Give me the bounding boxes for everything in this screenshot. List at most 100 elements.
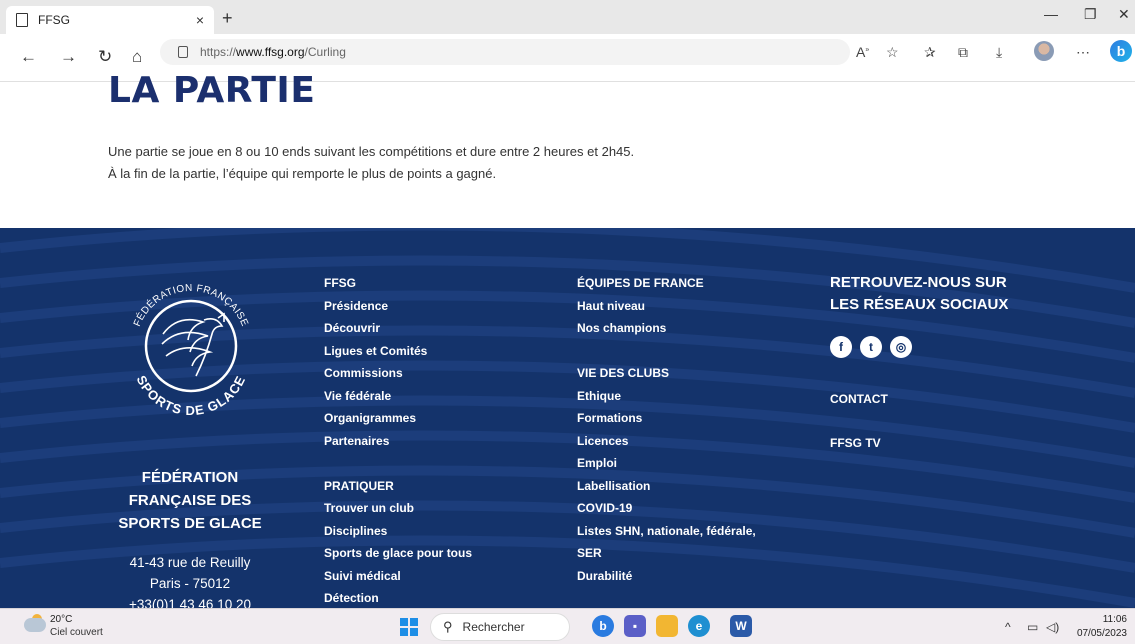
home-icon[interactable]: ⌂ (132, 47, 142, 67)
footer-link[interactable]: SER (577, 542, 756, 565)
restore-icon[interactable]: ❐ (1084, 6, 1097, 23)
footer-column-equipes: ÉQUIPES DE FRANCE Haut niveau Nos champi… (577, 272, 756, 587)
footer-link[interactable]: Partenaires (324, 430, 472, 453)
back-icon[interactable]: ← (20, 47, 37, 67)
facebook-icon[interactable]: f (830, 336, 852, 358)
footer-link[interactable]: Détection (324, 587, 472, 608)
footer-heading-ffsg[interactable]: FFSG (324, 272, 472, 295)
footer-link[interactable]: Ethique (577, 385, 756, 408)
footer-link[interactable]: Sports de glace pour tous (324, 542, 472, 565)
system-clock[interactable]: 11:06 07/05/2023 (1077, 613, 1127, 641)
footer-link[interactable]: Trouver un club (324, 497, 472, 520)
footer-link[interactable]: Emploi (577, 452, 756, 475)
read-aloud-icon[interactable]: A» (856, 44, 869, 60)
more-icon[interactable]: ⋯ (1076, 44, 1090, 61)
file-explorer-icon[interactable] (656, 615, 678, 637)
footer-heading-equipes[interactable]: ÉQUIPES DE FRANCE (577, 272, 756, 295)
federation-name: FÉDÉRATION FRANÇAISE DES SPORTS DE GLACE (90, 466, 290, 535)
url-host: www.ffsg.org (236, 45, 305, 59)
logo-text-top: FÉDÉRATION FRANÇAISE (132, 283, 250, 328)
url-scheme: https:// (200, 45, 237, 59)
social-heading-line: LES RÉSEAUX SOCIAUX (830, 296, 1009, 313)
footer-link[interactable]: Listes SHN, nationale, fédérale, (577, 520, 756, 543)
weather-description[interactable]: Ciel couvert (50, 627, 103, 638)
url-path: /Curling (304, 45, 346, 59)
ffsg-tv-link[interactable]: FFSG TV (830, 436, 881, 450)
lock-icon (178, 46, 188, 58)
downloads-icon[interactable]: ⤓ (996, 44, 1002, 61)
tab-bar: FFSG × + — ❐ ✕ (0, 0, 1135, 34)
address-line: 41-43 rue de Reuilly (129, 555, 251, 570)
footer-link[interactable]: Haut niveau (577, 295, 756, 318)
footer-heading-vie-des-clubs[interactable]: VIE DES CLUBS (577, 362, 756, 385)
search-icon: ⚲ (443, 619, 453, 634)
footer-link[interactable]: Licences (577, 430, 756, 453)
logo-text-bottom: SPORTS DE GLACE (134, 373, 248, 418)
footer-link[interactable]: Durabilité (577, 565, 756, 588)
federation-name-line: SPORTS DE GLACE (118, 515, 262, 532)
clock-time: 11:06 (1102, 614, 1127, 625)
favorites-icon[interactable]: ✰ (924, 44, 936, 61)
federation-address: 41-43 rue de Reuilly Paris - 75012 +33(0… (90, 552, 290, 608)
page-title: LA PARTIE (108, 70, 316, 111)
url-input[interactable]: https://www.ffsg.org/Curling (160, 39, 850, 65)
profile-avatar[interactable] (1034, 41, 1054, 61)
new-tab-button[interactable]: + (222, 8, 233, 29)
footer-link[interactable]: Labellisation (577, 475, 756, 498)
instagram-icon[interactable]: ◎ (890, 336, 912, 358)
ffsg-logo: FÉDÉRATION FRANÇAISE SPORTS DE GLACE (132, 283, 250, 418)
browser-tab[interactable]: FFSG × (6, 6, 214, 34)
social-heading: RETROUVEZ-NOUS SUR LES RÉSEAUX SOCIAUX (830, 272, 1008, 316)
windows-taskbar: 20°C Ciel couvert ⚲ Rechercher b ▪ e W ^… (0, 608, 1135, 644)
forward-icon[interactable]: → (60, 47, 77, 67)
footer-link[interactable]: Commissions (324, 362, 472, 385)
close-tab-icon[interactable]: × (196, 12, 204, 28)
federation-name-line: FRANÇAISE DES (128, 492, 252, 509)
footer-link[interactable]: Organigrammes (324, 407, 472, 430)
federation-name-line: FÉDÉRATION (141, 469, 239, 486)
footer-link[interactable]: Disciplines (324, 520, 472, 543)
paragraph: À la fin de la partie, l’équipe qui remp… (108, 166, 497, 181)
edge-icon[interactable]: e (688, 615, 710, 637)
social-links: f t ◎ (830, 336, 912, 358)
bing-icon[interactable]: b (1110, 40, 1132, 62)
search-placeholder: Rechercher (462, 620, 525, 634)
volume-icon[interactable]: ◁) (1046, 620, 1059, 634)
footer-link[interactable]: Découvrir (324, 317, 472, 340)
social-heading-line: RETROUVEZ-NOUS SUR (830, 274, 1007, 291)
footer-link[interactable]: Ligues et Comités (324, 340, 472, 363)
add-favorite-icon[interactable]: ☆ (886, 44, 899, 61)
address-line: Paris - 75012 (149, 576, 231, 591)
footer-link[interactable]: Formations (577, 407, 756, 430)
svg-text:SPORTS DE GLACE: SPORTS DE GLACE (134, 373, 249, 418)
footer-link[interactable]: Suivi médical (324, 565, 472, 588)
contact-link[interactable]: CONTACT (830, 392, 888, 406)
teams-icon[interactable]: ▪ (624, 615, 646, 637)
collections-icon[interactable]: ⧉ (958, 44, 968, 61)
page-icon (16, 13, 28, 27)
cloud-icon (24, 618, 46, 632)
footer-link[interactable]: Nos champions (577, 317, 756, 340)
bing-app-icon[interactable]: b (592, 615, 614, 637)
site-footer: FÉDÉRATION FRANÇAISE SPORTS DE GLACE FÉD… (0, 228, 1135, 608)
refresh-icon[interactable]: ↻ (98, 47, 112, 67)
footer-column-ffsg: FFSG Présidence Découvrir Ligues et Comi… (324, 272, 472, 608)
phone-number[interactable]: +33(0)1 43 46 10 20 (90, 594, 290, 608)
footer-link[interactable]: Présidence (324, 295, 472, 318)
network-icon[interactable]: ▭ (1027, 620, 1038, 634)
weather-temperature[interactable]: 20°C (50, 614, 72, 625)
clock-date: 07/05/2023 (1076, 628, 1127, 639)
tab-title: FFSG (38, 13, 70, 27)
minimize-icon[interactable]: — (1044, 6, 1058, 22)
word-icon[interactable]: W (730, 615, 752, 637)
twitter-icon[interactable]: t (860, 336, 882, 358)
footer-link[interactable]: COVID-19 (577, 497, 756, 520)
footer-heading-pratiquer[interactable]: PRATIQUER (324, 475, 472, 498)
svg-text:FÉDÉRATION FRANÇAISE: FÉDÉRATION FRANÇAISE (132, 283, 250, 328)
chevron-up-icon[interactable]: ^ (1005, 620, 1011, 634)
start-button[interactable] (400, 618, 418, 636)
footer-link[interactable]: Vie fédérale (324, 385, 472, 408)
close-window-icon[interactable]: ✕ (1118, 6, 1130, 23)
taskbar-search[interactable]: ⚲ Rechercher (430, 613, 570, 641)
